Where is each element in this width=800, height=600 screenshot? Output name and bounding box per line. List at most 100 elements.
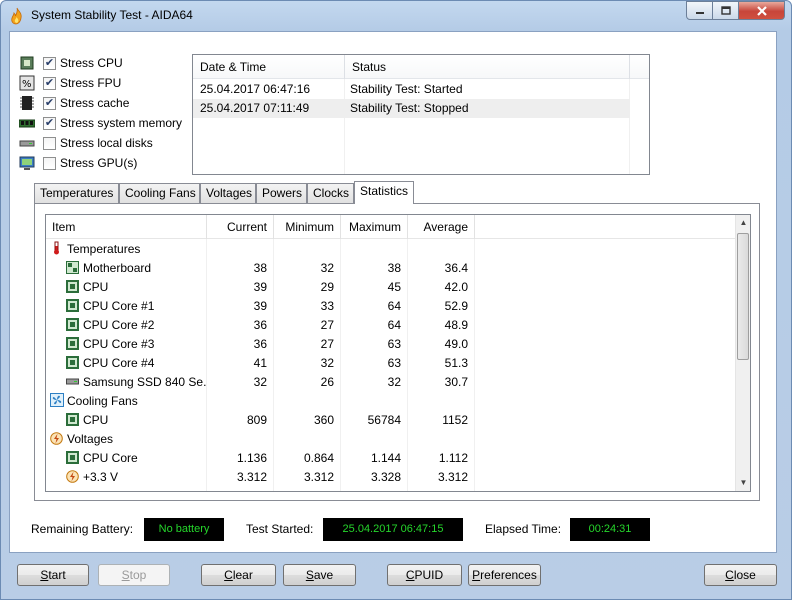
cell-average: 51.3 [444,356,468,370]
flame-icon [11,7,22,25]
col-minimum[interactable]: Minimum [274,215,341,239]
voltage-icon [50,432,63,445]
cell-maximum: 56784 [367,413,401,427]
tab-temperatures[interactable]: Temperatures [34,183,119,203]
cell-current: 39 [253,299,267,313]
maximize-button[interactable] [713,1,739,20]
log-row[interactable]: 25.04.2017 06:47:16 Stability Test: Star… [193,80,630,99]
scroll-up-arrow-icon[interactable]: ▲ [736,215,750,231]
stop-accel: S [121,568,130,582]
log-row[interactable]: 25.04.2017 07:11:49 Stability Test: Stop… [193,99,630,118]
cell-item: CPU Core #4 [66,354,206,373]
col-item[interactable]: Item [46,215,207,239]
test-started-value: 25.04.2017 06:47:15 [323,518,463,541]
event-log-list[interactable]: Date & Time Status 25.04.2017 06:47:16 S… [192,54,650,175]
col-current[interactable]: Current [207,215,274,239]
table-group-row[interactable]: Cooling Fans [46,392,736,411]
log-col-datetime[interactable]: Date & Time [193,55,345,79]
table-row[interactable]: Motherboard 38 32 38 36.4 [46,259,736,278]
log-status: Stability Test: Started [350,82,463,96]
log-col-status[interactable]: Status [345,55,630,79]
table-row[interactable]: CPU 39 29 45 42.0 [46,278,736,297]
stress-fpu-label: Stress FPU [60,76,122,90]
cell-average: 30.7 [444,375,468,389]
table-row[interactable]: Samsung SSD 840 Se... 32 26 32 30.7 [46,373,736,392]
tab-statistics[interactable]: Statistics [354,181,414,204]
cell-minimum: 32 [320,356,334,370]
table-row[interactable]: CPU 809 360 56784 1152 [46,411,736,430]
window-close-button[interactable] [739,1,785,20]
stress-cache-checkbox[interactable]: ✔ [43,96,56,110]
statistics-header: Item Current Minimum Maximum Average [46,215,736,239]
cell-minimum: 29 [320,280,334,294]
clear-button[interactable]: Clear [201,564,276,586]
clear-accel: C [224,568,233,582]
save-button[interactable]: Save [283,564,356,586]
table-row[interactable]: CPU Core #3 36 27 63 49.0 [46,335,736,354]
cell-item-label: CPU Core #3 [83,337,155,351]
scroll-down-arrow-icon[interactable]: ▼ [736,475,750,491]
start-button[interactable]: Start [17,564,89,586]
chip-icon [66,318,79,331]
scroll-thumb[interactable] [737,233,749,360]
table-row[interactable]: CPU Core #1 39 33 64 52.9 [46,297,736,316]
cell-current: 39 [253,280,267,294]
cell-average: 1152 [442,413,468,427]
stress-cpu-checkbox[interactable]: ✔ [43,56,56,70]
cell-item: Cooling Fans [50,392,206,411]
chip-icon [66,356,79,369]
tab-voltages[interactable]: Voltages [200,183,256,203]
stop-label: top [129,568,147,582]
col-average[interactable]: Average [408,215,475,239]
cell-minimum: 0.864 [303,451,334,465]
stress-memory-label: Stress system memory [60,116,183,130]
cell-maximum: 63 [387,337,401,351]
stop-button[interactable]: Stop [98,564,170,586]
stress-fpu-checkbox[interactable]: ✔ [43,76,56,90]
stress-memory-checkbox[interactable]: ✔ [43,116,56,130]
window-title: System Stability Test - AIDA64 [31,8,193,22]
preferences-accel: P [472,568,481,582]
stress-cpu-option[interactable]: ✔ Stress CPU [19,53,123,73]
close-button[interactable]: Close [704,564,777,586]
cell-maximum: 3.328 [370,470,401,484]
fan-icon [50,393,64,407]
tab-cooling-fans[interactable]: Cooling Fans [119,183,200,203]
stress-gpu-checkbox[interactable] [43,156,56,170]
table-row[interactable]: CPU Core 1.136 0.864 1.144 1.112 [46,449,736,468]
vertical-scrollbar[interactable]: ▲ ▼ [735,215,750,491]
stress-disks-label: Stress local disks [60,136,153,150]
clear-label: lear [232,568,253,582]
cell-minimum: 3.312 [303,470,334,484]
title-bar[interactable]: System Stability Test - AIDA64 [1,1,791,31]
statistics-table[interactable]: Item Current Minimum Maximum Average Tem… [45,214,751,492]
minimize-button[interactable] [686,1,713,20]
table-group-row[interactable]: Temperatures [46,240,736,259]
cell-item-label: Temperatures [67,242,141,256]
stress-disks-checkbox[interactable] [43,136,56,150]
stress-gpu-option[interactable]: Stress GPU(s) [19,153,137,173]
cell-current: 3.312 [236,470,267,484]
cell-item-label: CPU Core #1 [83,299,155,313]
col-maximum[interactable]: Maximum [341,215,408,239]
tab-clocks[interactable]: Clocks [307,183,354,203]
stress-memory-option[interactable]: ✔ Stress system memory [18,113,183,133]
cpuid-button[interactable]: CPUID [387,564,462,586]
cell-item: Temperatures [50,240,206,259]
table-group-row[interactable]: Voltages [46,430,736,449]
cell-average: 1.112 [438,451,468,465]
cell-item-label: CPU Core [83,451,138,465]
cell-average: 36.4 [444,261,468,275]
stress-cache-option[interactable]: ✔ Stress cache [19,93,129,113]
table-row[interactable]: CPU Core #4 41 32 63 51.3 [46,354,736,373]
cell-maximum: 63 [387,356,401,370]
preferences-button[interactable]: Preferences [468,564,541,586]
table-row[interactable]: CPU Core #2 36 27 64 48.9 [46,316,736,335]
stress-fpu-option[interactable]: % ✔ Stress FPU [19,73,121,93]
table-row[interactable]: +3.3 V 3.312 3.312 3.328 3.312 [46,468,736,487]
close-accel: C [725,568,734,582]
cell-item: CPU Core #3 [66,335,206,354]
stress-disks-option[interactable]: Stress local disks [19,133,153,153]
tab-powers[interactable]: Powers [256,183,307,203]
fpu-icon: % [19,75,35,91]
